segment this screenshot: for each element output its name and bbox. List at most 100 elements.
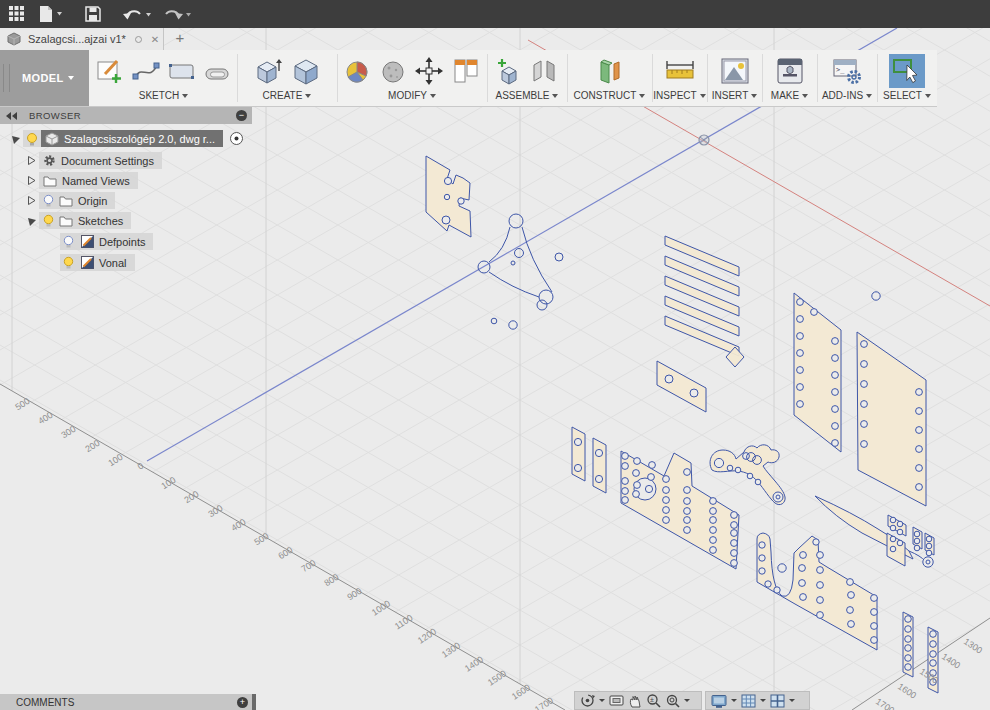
- visibility-bulb-on[interactable]: [23, 130, 41, 147]
- measure-icon[interactable]: [663, 56, 697, 86]
- row-label: Vonal: [99, 257, 127, 269]
- pan-icon[interactable]: [628, 694, 642, 708]
- toolbar: MODEL: [0, 50, 937, 107]
- row-label: Defpoints: [99, 236, 145, 248]
- browser-row-sketches[interactable]: Sketches: [26, 212, 131, 229]
- file-new-icon[interactable]: [38, 5, 64, 23]
- browser-collapse-all-icon[interactable]: −: [236, 110, 247, 121]
- fit-icon[interactable]: [665, 693, 680, 708]
- panel-resize-handle[interactable]: [252, 694, 256, 710]
- make-3dprint-icon[interactable]: [774, 56, 806, 86]
- create-form-icon[interactable]: [290, 55, 322, 87]
- display-settings-icon[interactable]: [711, 694, 727, 708]
- save-icon[interactable]: [84, 5, 102, 23]
- undo-icon[interactable]: [122, 5, 154, 23]
- group-label-sketch[interactable]: SKETCH: [139, 90, 189, 101]
- zoom-icon[interactable]: ±: [646, 693, 661, 708]
- document-cube-icon: [6, 32, 22, 47]
- browser-row-named-views[interactable]: Named Views: [26, 172, 138, 189]
- row-label: Sketches: [78, 215, 123, 227]
- rectangle-tool-icon[interactable]: [167, 56, 197, 86]
- group-label-addins[interactable]: ADD-INS: [822, 90, 872, 101]
- group-label-construct[interactable]: CONSTRUCT: [574, 90, 646, 101]
- group-label-make[interactable]: MAKE: [771, 90, 808, 101]
- slot-tool-icon[interactable]: [203, 56, 233, 86]
- browser-row-document-settings[interactable]: Document Settings: [26, 152, 162, 169]
- new-component-icon[interactable]: [494, 56, 524, 86]
- group-label-create[interactable]: CREATE: [263, 90, 312, 101]
- select-tool-icon[interactable]: [889, 54, 925, 88]
- group-label-insert[interactable]: INSERT: [712, 90, 758, 101]
- collapse-panel-icon[interactable]: [5, 111, 19, 121]
- nav-orbit-group: ±: [574, 691, 702, 710]
- group-label-assemble[interactable]: ASSEMBLE: [496, 90, 559, 101]
- folder-icon: [59, 215, 73, 227]
- workspace-label: MODEL: [22, 72, 64, 84]
- row-label: Named Views: [62, 175, 130, 187]
- browser-row-root[interactable]: Szalagcsiszológép 2.0, dwg r...: [10, 130, 244, 147]
- expand-arrow-icon[interactable]: [10, 133, 21, 144]
- toolbar-grip: [3, 64, 10, 92]
- find-in-window-icon[interactable]: [229, 131, 244, 146]
- scripts-addins-icon[interactable]: >_: [831, 56, 863, 86]
- physical-material-icon[interactable]: [379, 57, 407, 85]
- folder-icon: [43, 175, 57, 187]
- chevron-down-icon[interactable]: [599, 699, 605, 702]
- chevron-down-icon[interactable]: [789, 699, 795, 702]
- browser-row-defpoints[interactable]: Defpoints: [60, 233, 153, 250]
- visibility-bulb-off-icon[interactable]: [43, 194, 54, 207]
- group-label-select[interactable]: SELECT: [883, 90, 931, 101]
- comments-expand-icon[interactable]: +: [237, 697, 248, 708]
- grid-settings-icon[interactable]: [741, 694, 756, 708]
- collapsed-arrow-icon[interactable]: [26, 195, 37, 206]
- redo-icon[interactable]: [162, 5, 194, 23]
- expand-arrow-icon[interactable]: [26, 215, 37, 226]
- browser-row-vonal[interactable]: Vonal: [60, 254, 135, 271]
- toolbar-group-make: MAKE: [762, 50, 817, 106]
- viewports-icon[interactable]: [770, 694, 785, 708]
- joint-icon[interactable]: [530, 56, 560, 86]
- look-at-icon[interactable]: [609, 694, 624, 707]
- new-tab-button[interactable]: +: [168, 28, 192, 50]
- root-label: Szalagcsiszológép 2.0, dwg r...: [64, 133, 215, 145]
- chevron-down-icon[interactable]: [731, 699, 737, 702]
- apps-grid-icon[interactable]: [8, 5, 26, 23]
- root-node[interactable]: Szalagcsiszológép 2.0, dwg r...: [41, 130, 223, 147]
- collapsed-arrow-icon[interactable]: [26, 155, 37, 166]
- spline-icon[interactable]: [131, 56, 161, 86]
- create-sketch-icon[interactable]: [95, 56, 125, 86]
- svg-text:>_: >_: [836, 66, 845, 74]
- sketch-icon: [81, 256, 94, 269]
- gear-icon: [43, 154, 56, 167]
- tab-close-icon[interactable]: ✕: [151, 34, 159, 45]
- document-tab[interactable]: Szalagcsi...ajzai v1* ✕: [0, 28, 164, 50]
- toolbar-group-assemble: ASSEMBLE: [487, 50, 567, 106]
- chevron-down-icon[interactable]: [684, 699, 690, 702]
- folder-icon: [59, 195, 73, 207]
- workspace-selector[interactable]: MODEL: [0, 50, 89, 106]
- collapsed-arrow-icon[interactable]: [26, 175, 37, 186]
- toolbar-group-modify: MODIFY: [337, 50, 487, 106]
- group-label-inspect[interactable]: INSPECT: [653, 90, 705, 101]
- toolbar-group-inspect: INSPECT: [652, 50, 707, 106]
- toolbar-group-insert: INSERT: [707, 50, 762, 106]
- visibility-bulb-on[interactable]: [60, 254, 77, 271]
- comments-bar[interactable]: COMMENTS +: [0, 694, 252, 710]
- group-label-modify[interactable]: MODIFY: [388, 90, 436, 101]
- visibility-bulb-on-icon[interactable]: [43, 214, 54, 227]
- tab-label: Szalagcsi...ajzai v1*: [28, 33, 126, 45]
- construction-plane-icon[interactable]: [593, 56, 627, 86]
- browser-row-origin[interactable]: Origin: [26, 192, 115, 209]
- press-pull-icon[interactable]: [343, 57, 371, 85]
- visibility-bulb-off[interactable]: [60, 233, 77, 250]
- chevron-down-icon[interactable]: [760, 699, 766, 702]
- orbit-icon[interactable]: [580, 693, 595, 708]
- browser-header: BROWSER −: [0, 107, 252, 124]
- browser-title: BROWSER: [29, 110, 81, 121]
- insert-image-icon[interactable]: [719, 56, 751, 86]
- title-bar: [0, 0, 990, 28]
- change-parameters-icon[interactable]: [451, 56, 481, 86]
- move-copy-icon[interactable]: [415, 57, 443, 85]
- fusion360-window: { "title_bar": { "icons": ["apps-grid", …: [0, 0, 990, 710]
- extrude-icon[interactable]: [252, 55, 284, 87]
